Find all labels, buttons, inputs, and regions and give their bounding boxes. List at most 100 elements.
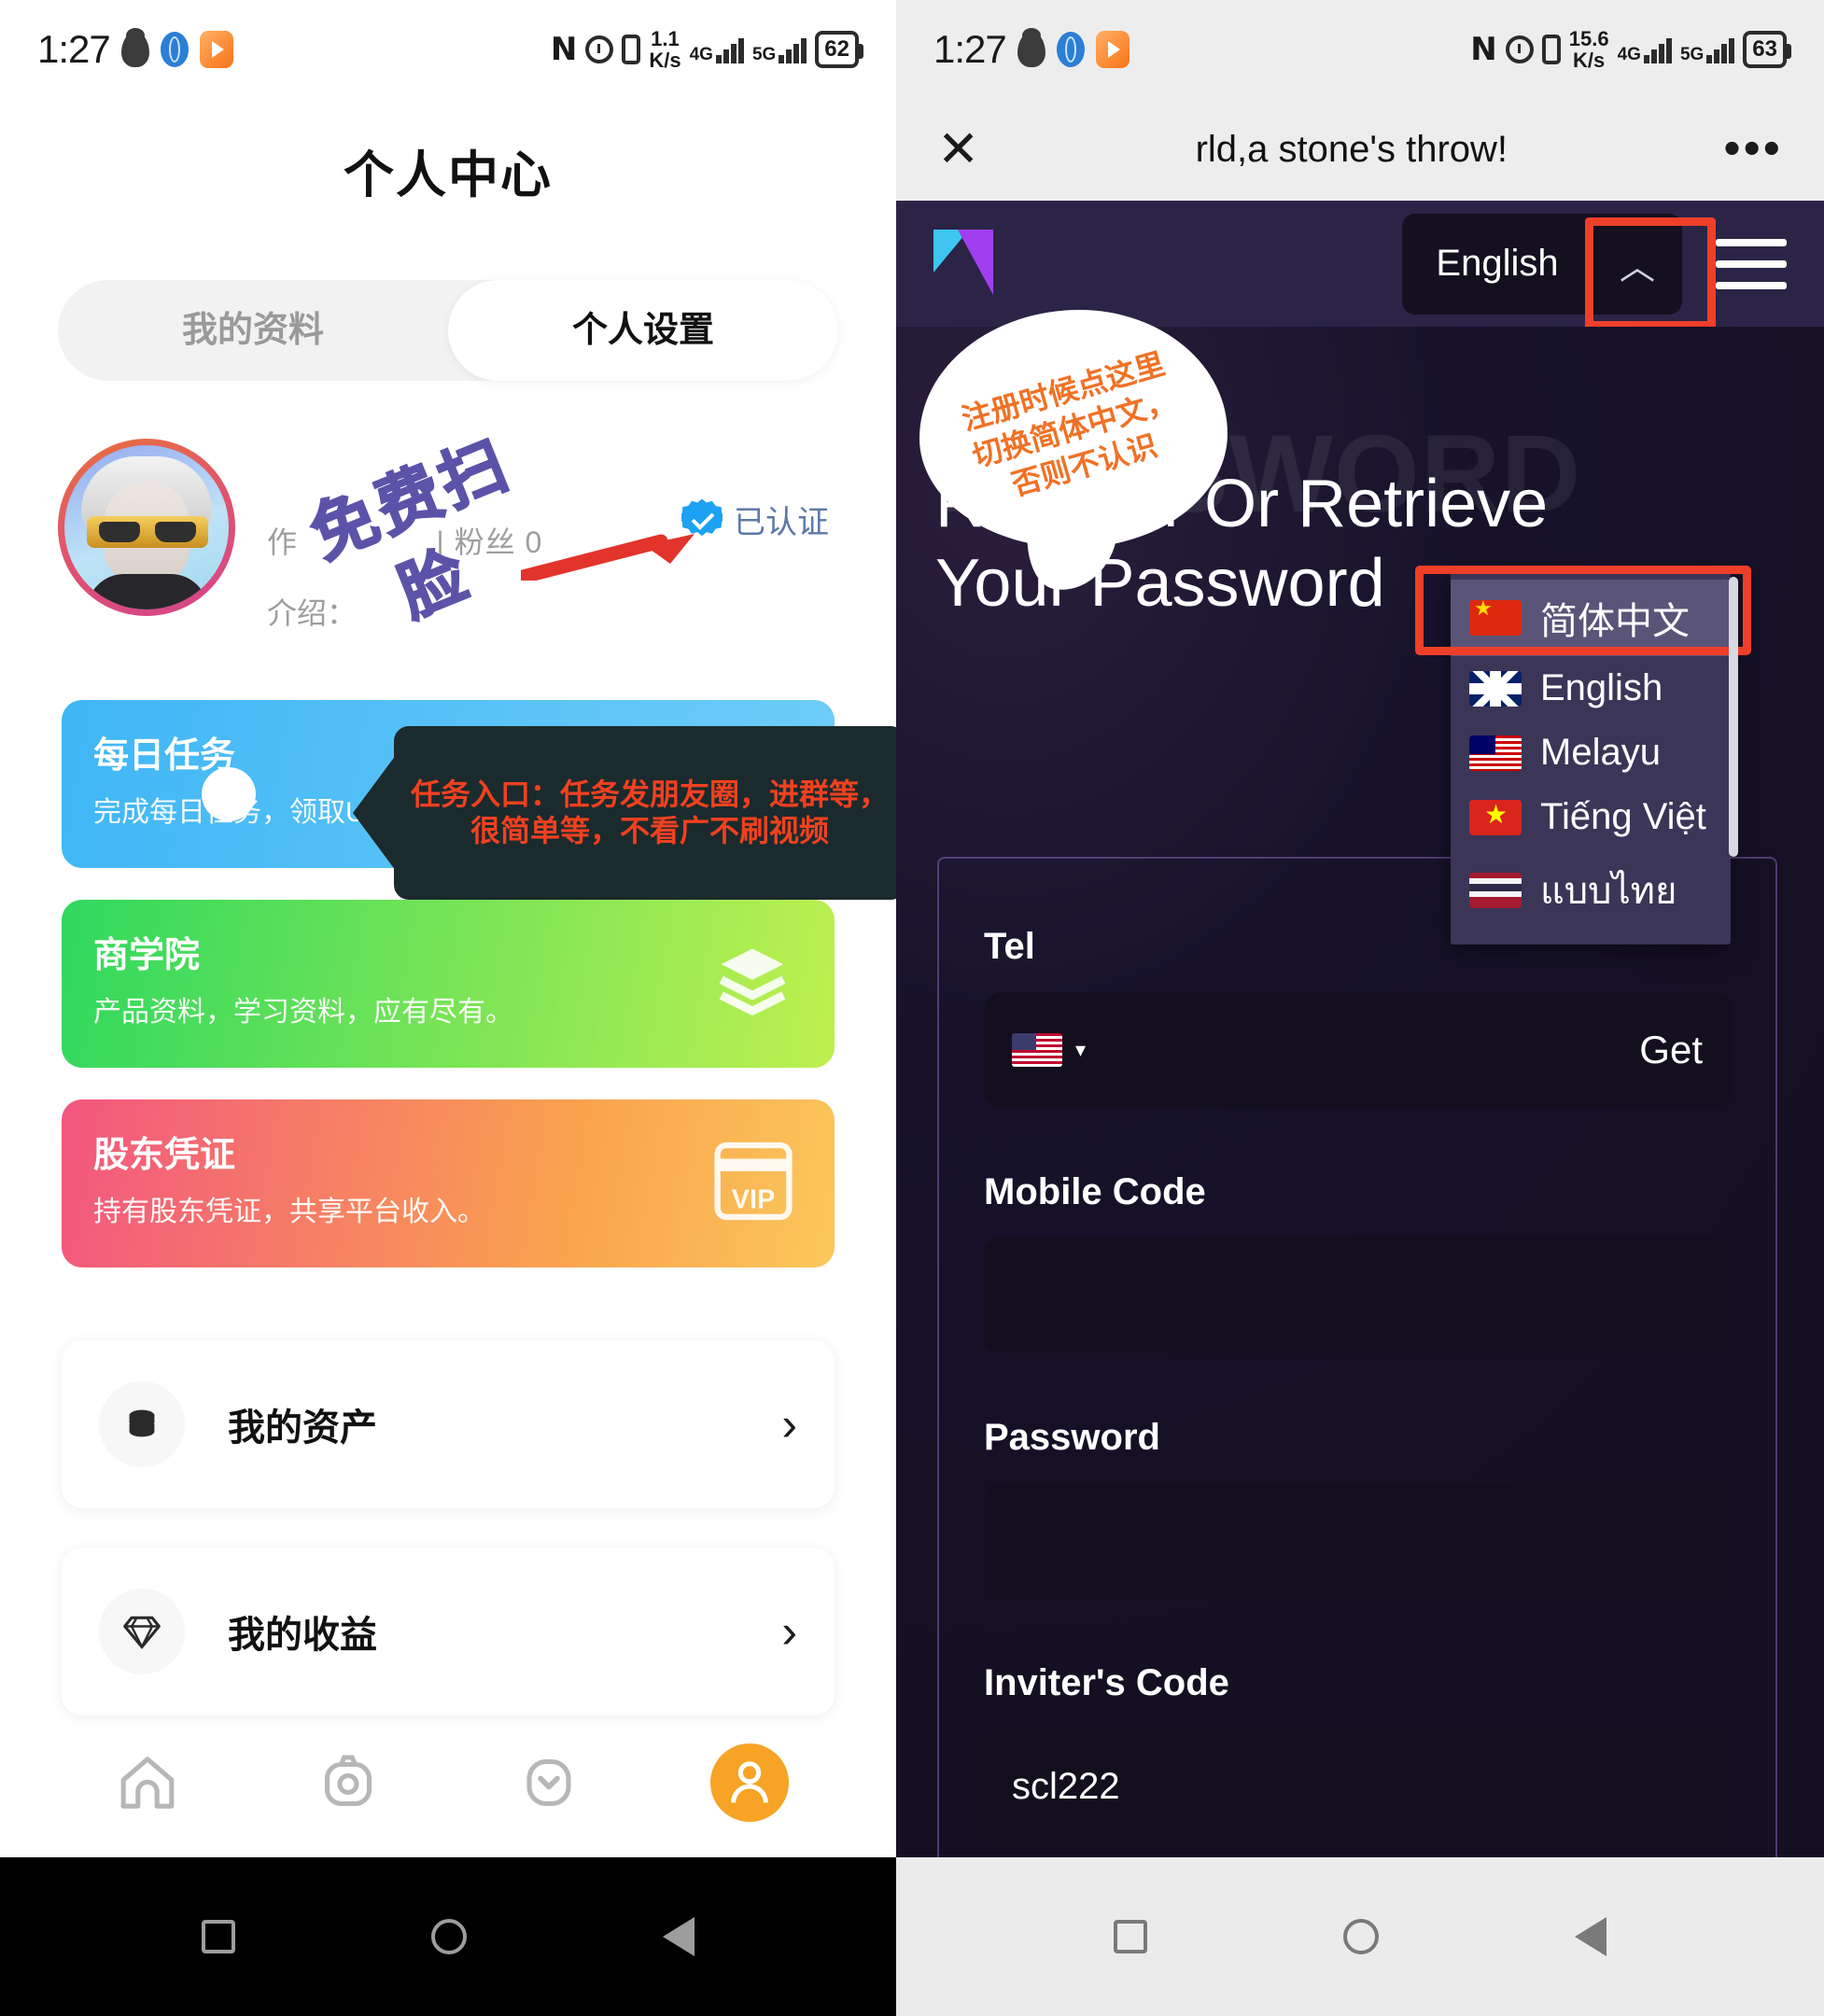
card-business-school-subtitle: 产品资料，学习资料，应有尽有。 (93, 997, 513, 1028)
row-my-earnings[interactable]: 我的收益 › (62, 1547, 835, 1715)
language-selected-label: English (1436, 243, 1559, 284)
diamond-icon (99, 1589, 185, 1674)
language-option-th-label: แบบไทย (1540, 871, 1677, 912)
password-label: Password (984, 1417, 1160, 1458)
settings-rows: 我的资产 › 我的收益 › (62, 1340, 835, 1715)
get-code-button[interactable]: Get (1639, 1028, 1703, 1072)
language-option-ms[interactable]: Melayu (1451, 721, 1731, 785)
network-speed-value: 15.6 (1568, 26, 1609, 50)
chevron-right-icon: › (781, 1605, 797, 1658)
home-button-icon[interactable] (1343, 1919, 1379, 1954)
mobile-code-field[interactable] (980, 1234, 1734, 1357)
verified-label: 已认证 (734, 505, 829, 540)
chinese-instruction-text: 注册时候点这里切换简体中文，否则不认识 (957, 346, 1179, 502)
v-logo-icon (933, 229, 1006, 299)
message-icon[interactable] (510, 1743, 588, 1822)
battery-indicator: 62 (815, 30, 863, 68)
my-flag-icon (1469, 735, 1522, 771)
signal-bars-1 (715, 35, 744, 63)
recents-button-icon[interactable] (202, 1920, 235, 1953)
registration-form: Tel ▾ Get Mobile Code Password Inviter's… (937, 857, 1777, 2016)
signal-bars-1 (1643, 35, 1672, 63)
dual-phone-screenshot: 1:27 N 1.1 K/s 4G 5G 62 个人中心 我的资料 个人设置 作… (0, 0, 1824, 2016)
profile-icon[interactable] (709, 1743, 789, 1822)
alarm-icon (585, 35, 614, 63)
back-button-icon[interactable] (1575, 1917, 1607, 1956)
signal-sim2: 5G (1680, 35, 1735, 63)
left-status-bar: 1:27 N 1.1 K/s 4G 5G 62 (0, 0, 896, 98)
inviter-code-input-value[interactable]: scl222 (1012, 1766, 1120, 1808)
row-my-earnings-label: 我的收益 (228, 1615, 377, 1656)
card-shareholder-subtitle: 持有股东凭证，共享平台收入。 (93, 1197, 485, 1227)
battery-indicator: 63 (1743, 30, 1791, 68)
nfc-icon: N (1470, 30, 1497, 68)
network-speed: 1.1 K/s (649, 28, 680, 71)
vn-flag-icon (1469, 799, 1522, 835)
tab-my-profile[interactable]: 我的资料 (58, 280, 448, 381)
home-button-icon[interactable] (431, 1919, 467, 1954)
nfc-icon: N (550, 30, 578, 68)
card-business-school-title: 商学院 (93, 936, 201, 975)
site-header: English ︿ (896, 201, 1824, 329)
books-stack-icon (719, 948, 786, 1015)
gb-flag-icon (1469, 670, 1522, 707)
chevron-right-icon: › (781, 1398, 797, 1450)
card-business-school[interactable]: 商学院 产品资料，学习资料，应有尽有。 (62, 900, 835, 1068)
right-status-bar: 1:27 N 15.6 K/s 4G 5G 63 (896, 0, 1824, 98)
vibrate-icon (622, 34, 641, 64)
signal-bars-2 (779, 35, 807, 63)
language-option-ms-label: Melayu (1540, 732, 1661, 773)
svg-text:VIP: VIP (732, 1184, 775, 1214)
left-phone-panel: 1:27 N 1.1 K/s 4G 5G 62 个人中心 我的资料 个人设置 作… (0, 0, 896, 2016)
language-option-vi-label: Tiếng Việt (1540, 796, 1706, 837)
password-field[interactable] (980, 1479, 1734, 1603)
status-time: 1:27 (933, 26, 1007, 71)
vip-card-icon: VIP (708, 1137, 799, 1231)
globe-icon (1056, 31, 1085, 67)
webview-app-bar: ✕ rld,a stone's throw! ••• (896, 98, 1824, 201)
language-option-vi[interactable]: Tiếng Việt (1451, 785, 1731, 849)
highlight-box-caret (1585, 217, 1716, 329)
language-option-en[interactable]: English (1451, 656, 1731, 721)
hamburger-icon[interactable] (1716, 238, 1787, 289)
card-shareholder-voucher[interactable]: 股东凭证 持有股东凭证，共享平台收入。 VIP (62, 1099, 835, 1267)
network-speed-unit: K/s (649, 48, 681, 72)
sim2-generation: 5G (751, 44, 777, 64)
tel-field[interactable]: ▾ Get (980, 988, 1734, 1112)
red-arrow-annotation (521, 534, 695, 581)
signal-sim1: 4G (1618, 35, 1672, 63)
back-button-icon[interactable] (663, 1917, 695, 1956)
chevron-down-icon[interactable]: ▾ (1075, 1038, 1086, 1062)
bottom-navigation (0, 1708, 896, 1857)
signal-bars-2 (1706, 35, 1735, 63)
network-speed: 15.6 K/s (1569, 28, 1609, 71)
camera-icon[interactable] (309, 1743, 387, 1822)
status-time: 1:27 (37, 26, 111, 71)
dropdown-scrollbar[interactable] (1729, 577, 1738, 857)
tab-personal-settings[interactable]: 个人设置 (448, 280, 838, 381)
player-icon (199, 30, 233, 68)
signal-sim2: 5G (752, 35, 807, 63)
home-icon[interactable] (108, 1743, 187, 1822)
close-icon[interactable]: ✕ (937, 124, 979, 175)
qq-icon (1017, 31, 1045, 67)
language-option-en-label: English (1540, 667, 1663, 708)
row-my-assets[interactable]: 我的资产 › (62, 1340, 835, 1508)
inviter-code-label: Inviter's Code (984, 1662, 1229, 1703)
hero-section: PASSWORD Register Or Retrieve Your Passw… (896, 310, 1824, 2016)
card-daily-task-dot (202, 767, 256, 821)
alarm-icon (1505, 35, 1534, 63)
highlight-box-zh-option (1415, 566, 1751, 655)
android-nav-bar-left (0, 1857, 896, 2016)
language-option-th[interactable]: แบบไทย (1451, 849, 1731, 931)
page-title: 个人中心 (344, 147, 553, 203)
chinese-instruction-bubble: 注册时候点这里切换简体中文，否则不认识 (919, 310, 1228, 548)
inviter-code-field[interactable]: scl222 (980, 1725, 1734, 1848)
avatar[interactable] (58, 439, 235, 616)
globe-icon (160, 31, 189, 67)
us-flag-icon[interactable] (1012, 1033, 1062, 1067)
card-shareholder-title: 股东凭证 (93, 1136, 236, 1175)
more-options-icon[interactable]: ••• (1723, 124, 1783, 173)
signal-sim1: 4G (690, 35, 744, 63)
recents-button-icon[interactable] (1114, 1920, 1147, 1953)
